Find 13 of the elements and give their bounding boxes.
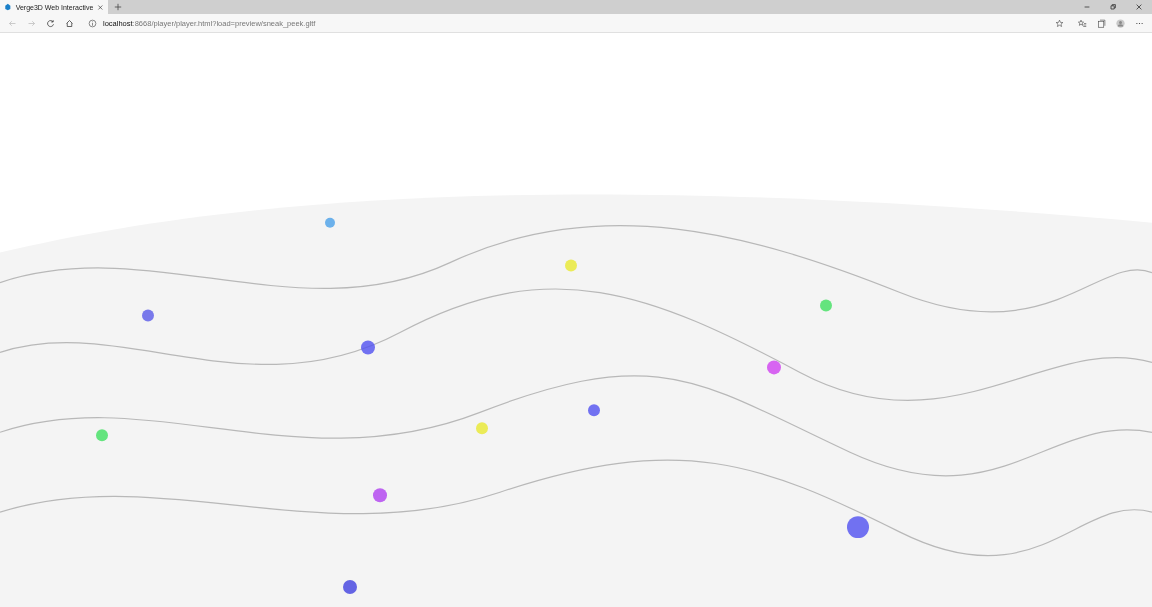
info-icon[interactable] [88, 18, 97, 28]
close-icon[interactable] [97, 3, 104, 11]
favorites-icon[interactable] [1078, 18, 1087, 28]
home-icon[interactable] [65, 18, 74, 28]
close-icon[interactable] [1135, 3, 1143, 11]
plus-icon[interactable] [114, 3, 122, 11]
star-icon[interactable] [1055, 18, 1064, 28]
avatar-icon[interactable] [1116, 18, 1125, 28]
restore-icon[interactable] [1109, 3, 1117, 11]
logo-icon [4, 3, 12, 11]
collections-icon[interactable] [1097, 18, 1106, 28]
reload-icon[interactable] [46, 18, 55, 28]
minimize-icon[interactable] [1083, 3, 1091, 11]
